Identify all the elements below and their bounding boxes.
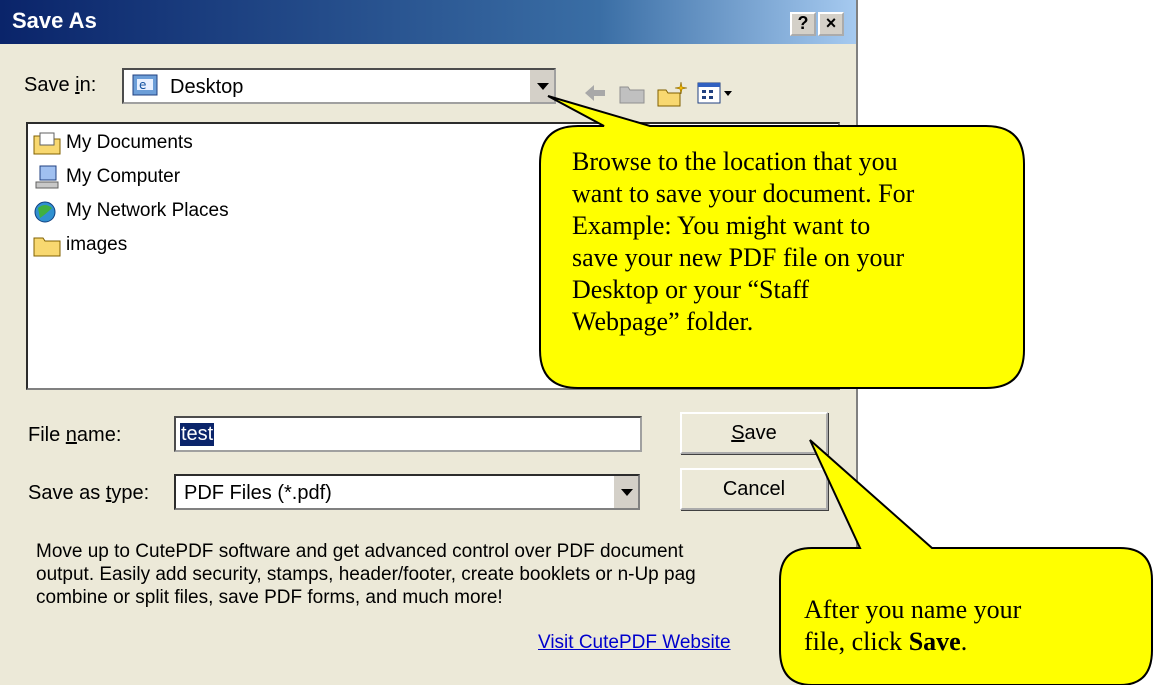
callout-line: Browse to the location that you <box>572 147 898 176</box>
callout-line: file, click Save. <box>804 627 968 656</box>
callout-line: want to save your document. For <box>572 179 915 208</box>
browse-callout-text: Browse to the location that you want to … <box>572 146 1012 338</box>
callout-line: Desktop or your “Staff <box>572 275 810 304</box>
save-callout-text: After you name your file, click Save. <box>804 594 1144 658</box>
callout-line: Webpage” folder. <box>572 307 754 336</box>
callout-line: save your new PDF file on your <box>572 243 905 272</box>
callout-shapes <box>539 95 1153 685</box>
callout-line: Example: You might want to <box>572 211 871 240</box>
callout-line: After you name your <box>804 595 1022 624</box>
